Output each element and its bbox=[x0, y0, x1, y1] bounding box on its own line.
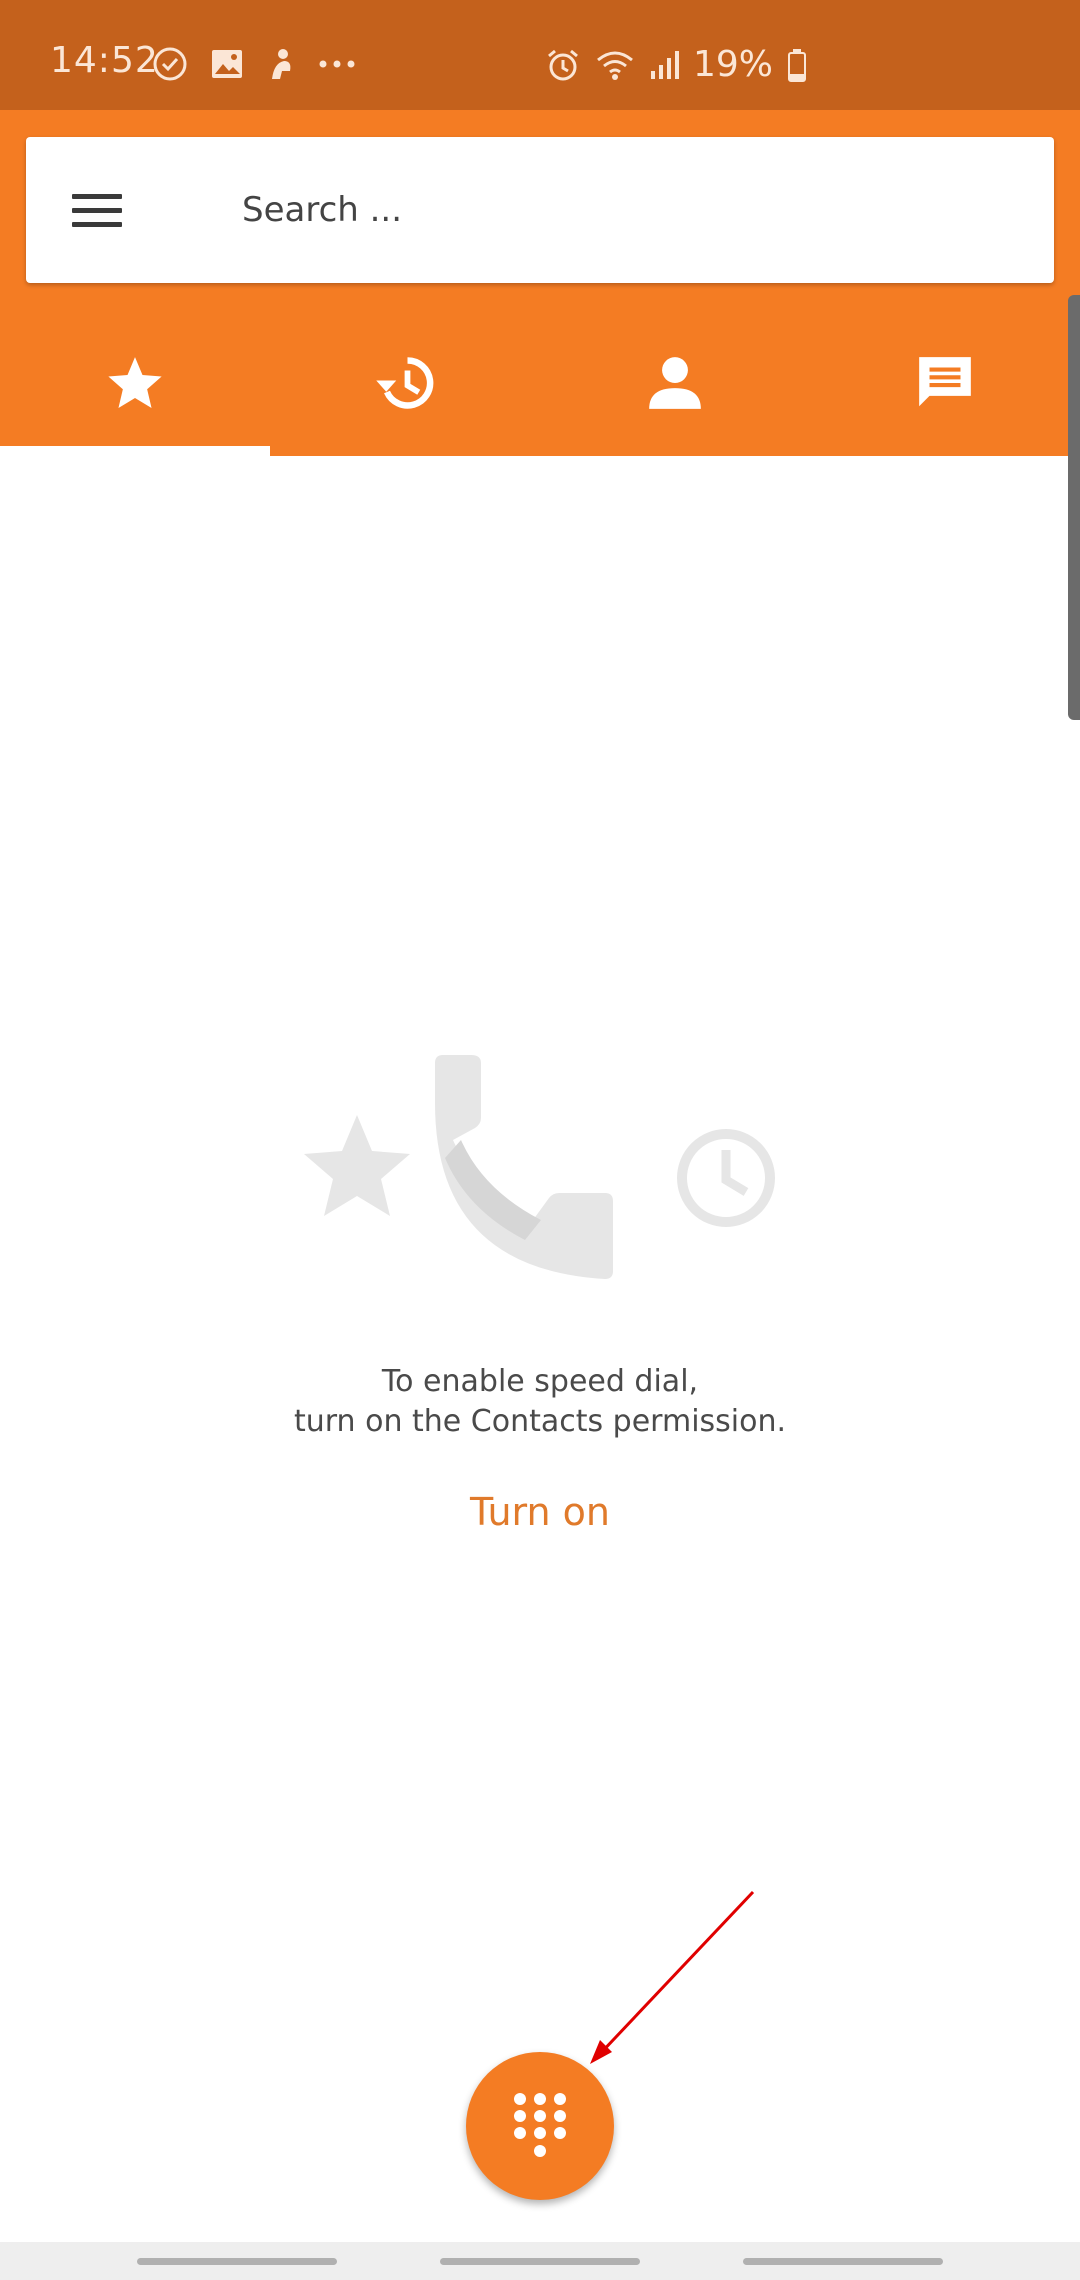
system-navigation-bar bbox=[0, 2242, 1080, 2280]
tab-messages[interactable] bbox=[810, 310, 1080, 456]
battery-icon bbox=[788, 48, 807, 82]
tab-contacts[interactable] bbox=[540, 310, 810, 456]
status-time: 14:52 bbox=[50, 40, 159, 81]
nav-home-button[interactable] bbox=[440, 2258, 640, 2265]
dialpad-button[interactable] bbox=[466, 2052, 614, 2200]
menu-button[interactable] bbox=[72, 180, 132, 240]
scrollbar[interactable] bbox=[1068, 295, 1080, 720]
message-icon bbox=[919, 357, 971, 407]
tab-selected-indicator bbox=[0, 446, 270, 456]
person-icon bbox=[649, 357, 701, 409]
signal-icon bbox=[651, 50, 679, 79]
image-icon bbox=[212, 50, 242, 78]
nav-recents-button[interactable] bbox=[137, 2258, 337, 2265]
battery-percent: 19% bbox=[693, 44, 774, 85]
status-bar: 14:52 19% bbox=[0, 0, 1080, 110]
hamburger-icon-line bbox=[72, 207, 122, 213]
speed-dial-empty-illustration bbox=[304, 1055, 775, 1279]
check-circle-icon bbox=[153, 47, 187, 81]
status-notification-icons bbox=[152, 46, 356, 82]
wifi-icon bbox=[597, 51, 633, 80]
tab-favorites[interactable] bbox=[0, 310, 270, 456]
turn-on-button[interactable]: Turn on bbox=[440, 1490, 640, 1550]
hamburger-icon-line bbox=[72, 193, 122, 199]
more-icon bbox=[319, 60, 355, 68]
dialpad-icon bbox=[514, 2093, 566, 2157]
star-icon bbox=[108, 357, 162, 409]
search-input[interactable] bbox=[242, 175, 1022, 245]
empty-state-message-line1: To enable speed dial, bbox=[381, 1364, 699, 1399]
nav-back-button[interactable] bbox=[743, 2258, 943, 2265]
history-icon bbox=[376, 357, 434, 409]
status-system-icons: 19% bbox=[545, 44, 807, 85]
search-bar bbox=[26, 137, 1054, 283]
app-icon bbox=[272, 49, 291, 79]
empty-state-message-line2: turn on the Contacts permission. bbox=[293, 1404, 787, 1439]
alarm-icon bbox=[548, 49, 578, 80]
tab-bar bbox=[0, 310, 1080, 456]
tab-recents[interactable] bbox=[270, 310, 540, 456]
star-icon bbox=[304, 1115, 410, 1216]
app-header bbox=[0, 110, 1080, 456]
hamburger-icon-line bbox=[72, 221, 122, 227]
annotation-arrow bbox=[590, 1890, 755, 2064]
